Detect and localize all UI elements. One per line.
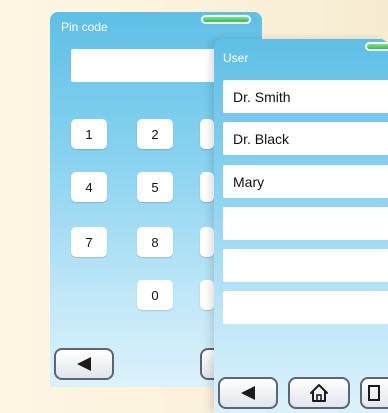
page-icon xyxy=(368,385,380,401)
user-row-empty-1[interactable] xyxy=(223,207,388,240)
key-0[interactable]: 0 xyxy=(137,280,173,310)
user-panel-title: User xyxy=(223,51,249,65)
user-row-mary[interactable]: Mary xyxy=(223,165,388,198)
next-button[interactable] xyxy=(360,377,388,409)
user-row-dr-smith[interactable]: Dr. Smith xyxy=(223,80,388,113)
user-row-dr-black[interactable]: Dr. Black xyxy=(223,122,388,155)
key-2[interactable]: 2 xyxy=(137,119,173,149)
user-row-empty-2[interactable] xyxy=(223,249,388,282)
back-arrow-icon xyxy=(241,386,255,400)
user-status-indicator xyxy=(367,44,388,49)
key-7[interactable]: 7 xyxy=(71,227,107,257)
key-9[interactable] xyxy=(200,227,214,257)
pin-back-button[interactable] xyxy=(54,348,114,380)
pin-status-indicator xyxy=(203,17,249,22)
back-arrow-icon xyxy=(77,357,91,371)
key-8[interactable]: 8 xyxy=(137,227,173,257)
key-clear[interactable] xyxy=(200,280,214,310)
user-row-empty-3[interactable] xyxy=(223,291,388,324)
key-5[interactable]: 5 xyxy=(137,172,173,202)
home-icon xyxy=(310,384,328,402)
key-4[interactable]: 4 xyxy=(71,172,107,202)
user-back-button[interactable] xyxy=(218,377,278,409)
key-6[interactable] xyxy=(200,172,214,202)
key-1[interactable]: 1 xyxy=(71,119,107,149)
key-3[interactable] xyxy=(200,119,214,149)
home-button[interactable] xyxy=(288,377,350,409)
pin-panel-title: Pin code xyxy=(61,20,108,34)
user-panel: User Dr. Smith Dr. Black Mary xyxy=(214,39,388,413)
